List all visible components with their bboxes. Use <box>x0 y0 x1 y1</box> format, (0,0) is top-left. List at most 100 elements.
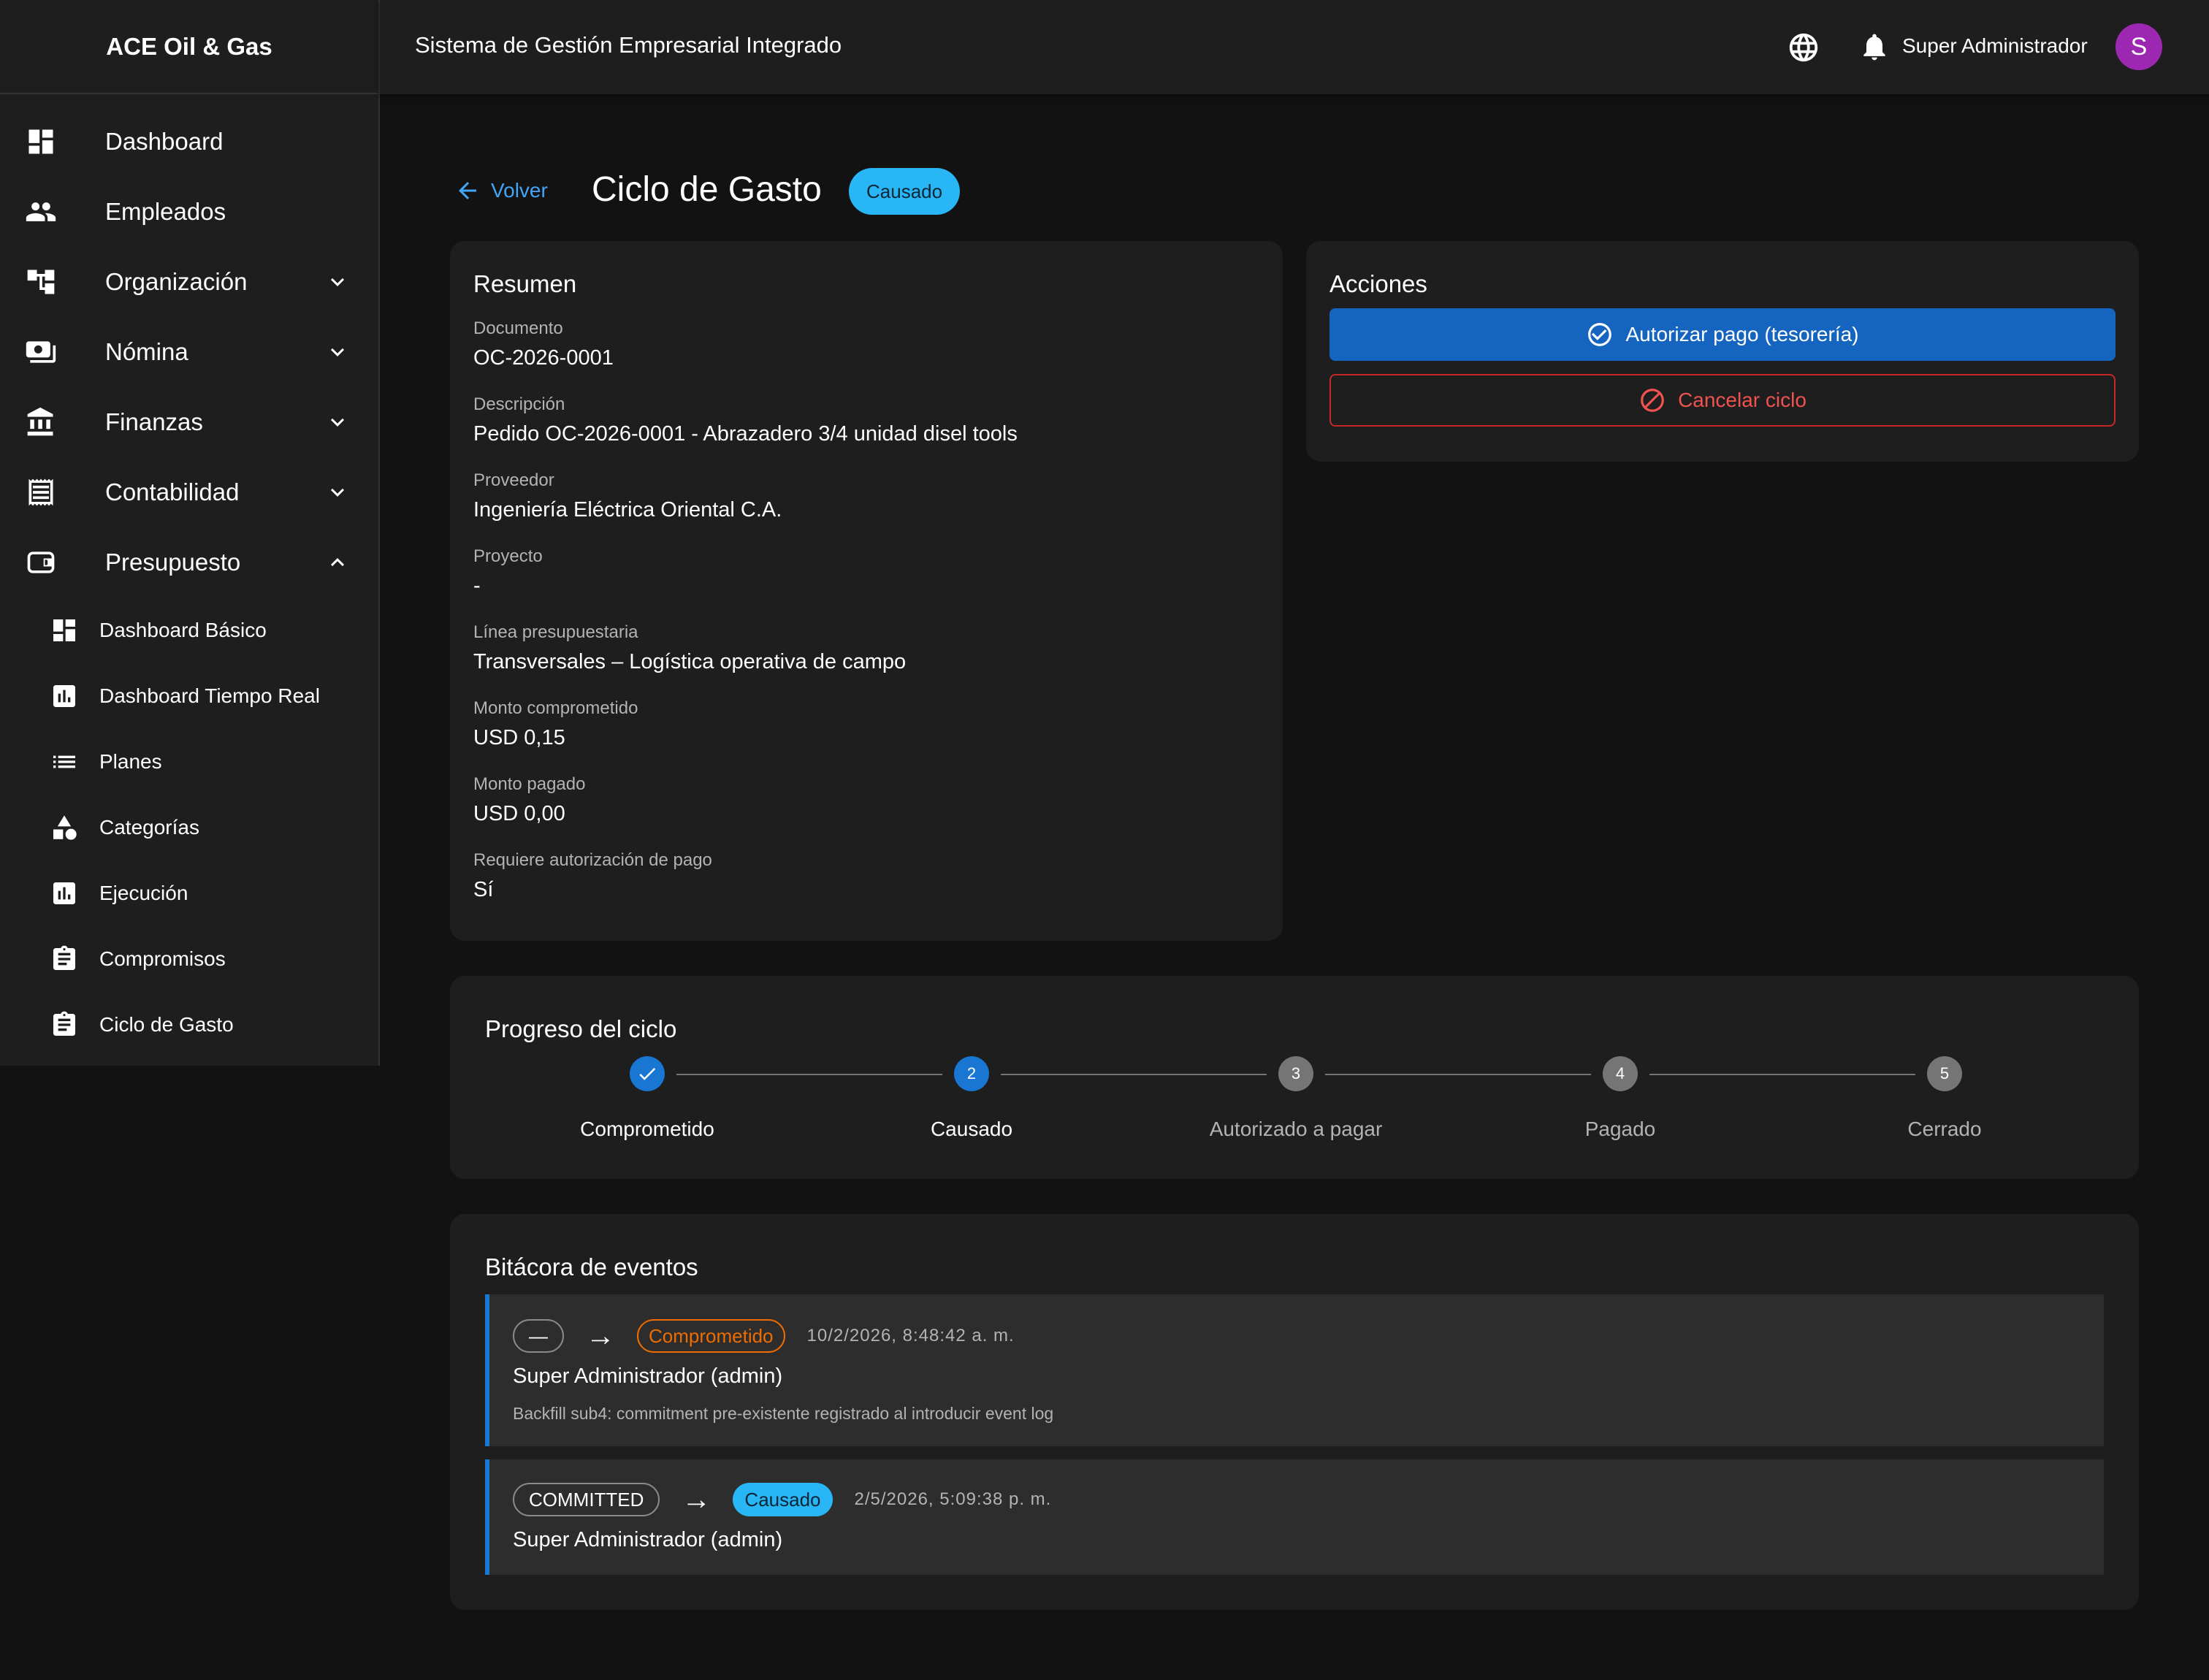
dashboard-icon <box>53 619 75 641</box>
sidebar-subitem-label: Ejecución <box>99 882 188 904</box>
step-3-label: Autorizado a pagar <box>1209 1118 1383 1140</box>
chevron-down-icon <box>331 418 344 427</box>
field-label-monto-comprometido: Monto comprometido <box>473 698 638 718</box>
avatar[interactable]: S <box>2115 23 2162 70</box>
event-actor: Super Administrador (admin) <box>513 1364 783 1388</box>
sidebar-subitem-categorias[interactable]: Categorías <box>0 795 378 860</box>
field-value-proveedor: Ingeniería Eléctrica Oriental C.A. <box>473 498 782 522</box>
receipt-icon <box>28 478 53 506</box>
back-button[interactable]: Volver <box>454 172 548 209</box>
globe-icon[interactable] <box>1787 31 1820 64</box>
event-note: Backfill sub4: commitment pre-existente … <box>513 1404 1054 1423</box>
field-value-monto-comprometido: USD 0,15 <box>473 726 565 749</box>
event-timestamp: 10/2/2026, 8:48:42 a. m. <box>806 1326 1015 1345</box>
sidebar-subitem-dashboard-basico[interactable]: Dashboard Básico <box>0 597 378 663</box>
field-label-linea-presupuestaria: Línea presupuestaria <box>473 622 638 642</box>
sidebar-item-label: Contabilidad <box>105 478 240 505</box>
check-circle-icon <box>1588 323 1612 346</box>
sidebar-item-presupuesto[interactable]: Presupuesto <box>0 527 378 597</box>
list-icon <box>53 755 75 768</box>
event-transition: — → Comprometido 10/2/2026, 8:48:42 a. m… <box>513 1319 1015 1353</box>
sidebar-item-contabilidad[interactable]: Contabilidad <box>0 457 378 527</box>
event-actor: Super Administrador (admin) <box>513 1528 783 1551</box>
field-label-requiere-autorizacion: Requiere autorización de pago <box>473 850 712 870</box>
authorize-payment-label: Autorizar pago (tesorería) <box>1625 323 1859 345</box>
category-icon <box>53 815 77 840</box>
chevron-down-icon <box>331 488 344 497</box>
step-4-circle: 4 <box>1603 1056 1638 1091</box>
event-log-card: Bitácora de eventos — → Comprometido 10/… <box>450 1214 2139 1610</box>
step-connector <box>1325 1074 1591 1075</box>
chevron-down-icon <box>331 278 344 286</box>
step-5-label: Cerrado <box>1907 1118 1982 1140</box>
progress-title: Progreso del ciclo <box>485 1015 677 1042</box>
status-badge: Causado <box>849 168 961 215</box>
field-label-proyecto: Proyecto <box>473 546 543 566</box>
event-log-entry: — → Comprometido 10/2/2026, 8:48:42 a. m… <box>485 1294 2104 1446</box>
event-log-title: Bitácora de eventos <box>485 1253 698 1280</box>
sidebar-item-finanzas[interactable]: Finanzas <box>0 387 378 457</box>
cancel-cycle-button[interactable]: Cancelar ciclo <box>1329 374 2115 427</box>
sidebar-subitem-dashboard-tiempo-real[interactable]: Dashboard Tiempo Real <box>0 663 378 729</box>
sidebar-item-label: Organización <box>105 268 248 295</box>
sidebar-subitem-planes[interactable]: Planes <box>0 729 378 795</box>
actions-title: Acciones <box>1329 270 1427 297</box>
bell-icon[interactable] <box>1858 31 1891 63</box>
sidebar-item-organizacion[interactable]: Organización <box>0 247 378 317</box>
clipboard-icon <box>53 945 75 970</box>
sidebar-item-dashboard[interactable]: Dashboard <box>0 107 378 177</box>
sidebar-subitem-ciclo-de-gasto[interactable]: Ciclo de Gasto <box>0 992 378 1058</box>
field-value-proyecto: - <box>473 574 481 597</box>
sidebar-subitem-label: Ciclo de Gasto <box>99 1013 234 1036</box>
page-title: Ciclo de Gasto <box>592 170 822 209</box>
step-1-label: Comprometido <box>580 1118 714 1140</box>
step-2-circle: 2 <box>954 1056 989 1091</box>
field-value-documento: OC-2026-0001 <box>473 346 614 370</box>
progress-card: Progreso del ciclo 2 3 4 5 Comprometido … <box>450 976 2139 1179</box>
sidebar-subitem-label: Compromisos <box>99 947 226 970</box>
sidebar-item-nomina[interactable]: Nómina <box>0 317 378 387</box>
cancel-cycle-label: Cancelar ciclo <box>1678 389 1807 411</box>
field-value-descripcion: Pedido OC-2026-0001 - Abrazadero 3/4 uni… <box>473 422 1018 446</box>
sidebar-subitem-ejecucion[interactable]: Ejecución <box>0 860 378 926</box>
sidebar-item-label: Presupuesto <box>105 549 241 576</box>
summary-card: Resumen Documento OC-2026-0001 Descripci… <box>450 241 1283 941</box>
back-button-label: Volver <box>491 179 548 202</box>
transition-arrow: → <box>682 1483 711 1516</box>
field-label-proveedor: Proveedor <box>473 470 554 490</box>
sidebar-subitem-label: Categorías <box>99 816 199 839</box>
field-value-linea-presupuestaria: Transversales – Logística operativa de c… <box>473 650 907 673</box>
top-bar: Sistema de Gestión Empresarial Integrado… <box>380 0 2209 94</box>
wallet-icon <box>27 551 55 573</box>
people-icon <box>26 202 56 221</box>
step-3-circle: 3 <box>1278 1056 1313 1091</box>
summary-title: Resumen <box>473 270 577 297</box>
step-connector <box>1001 1074 1267 1075</box>
event-log-entry: COMMITTED → Causado 2/5/2026, 5:09:38 p.… <box>485 1459 2104 1575</box>
block-icon <box>1641 389 1664 412</box>
transition-arrow: → <box>586 1319 615 1352</box>
actions-card: Acciones Autorizar pago (tesorería) Canc… <box>1306 241 2139 462</box>
arrow-back-icon <box>459 182 476 199</box>
authorize-payment-button[interactable]: Autorizar pago (tesorería) <box>1329 308 2115 361</box>
step-2-label: Causado <box>930 1118 1013 1140</box>
app-title: Sistema de Gestión Empresarial Integrado <box>415 32 842 58</box>
field-label-documento: Documento <box>473 318 563 338</box>
org-tree-icon <box>27 270 55 294</box>
to-state-chip: Comprometido <box>637 1319 785 1353</box>
from-state-chip: COMMITTED <box>513 1483 660 1516</box>
step-4-label: Pagado <box>1584 1118 1656 1140</box>
sidebar-item-empleados[interactable]: Empleados <box>0 177 378 247</box>
payroll-icon <box>26 341 56 363</box>
user-name: Super Administrador <box>1902 34 2088 57</box>
check-icon <box>639 1067 656 1080</box>
step-connector <box>1649 1074 1915 1075</box>
event-transition: COMMITTED → Causado 2/5/2026, 5:09:38 p.… <box>513 1483 1051 1516</box>
bar-chart-icon <box>53 685 75 707</box>
dashboard-icon <box>28 129 53 154</box>
field-value-requiere-autorizacion: Sí <box>473 878 494 901</box>
sidebar-subitem-label: Dashboard Tiempo Real <box>99 684 320 707</box>
sidebar-subitem-compromisos[interactable]: Compromisos <box>0 926 378 992</box>
chevron-down-icon <box>331 348 344 356</box>
chevron-up-icon <box>331 558 344 567</box>
